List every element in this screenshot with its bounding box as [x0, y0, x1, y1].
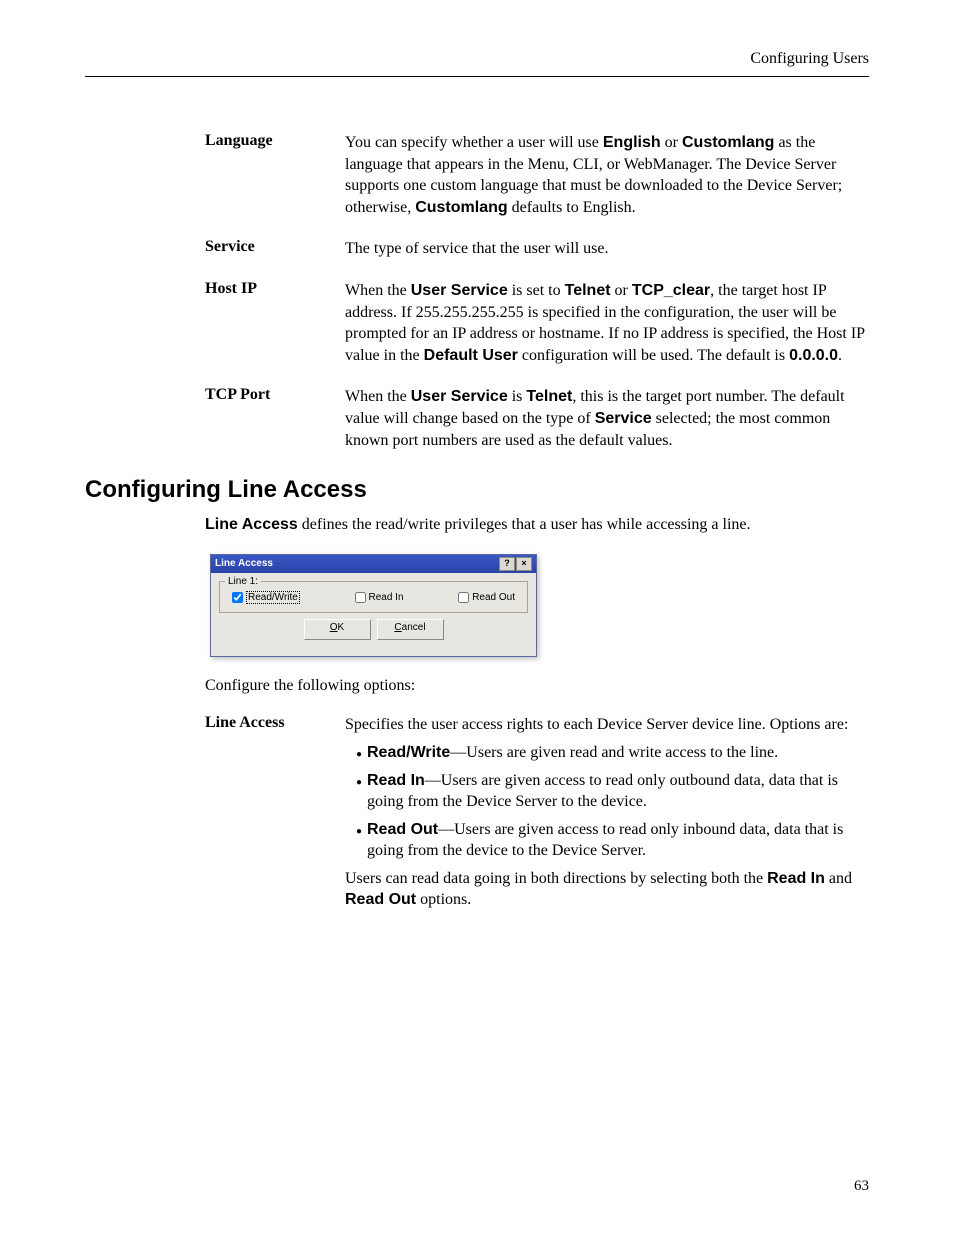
definition-label: Host IP — [205, 280, 345, 366]
checkbox-read-in-input[interactable] — [355, 592, 366, 603]
header-rule — [85, 76, 869, 77]
cancel-button[interactable]: Cancel — [377, 619, 444, 640]
line1-fieldset: Line 1: Read/Write Read In Read Out — [219, 581, 528, 613]
line-access-label: Line Access — [205, 714, 345, 911]
options-bullet-list: Read/Write—Users are given read and writ… — [345, 742, 869, 862]
checkbox-read-out-label: Read Out — [472, 592, 515, 603]
ok-button[interactable]: OK — [304, 619, 371, 640]
definition-row: TCP PortWhen the User Service is Telnet,… — [205, 386, 869, 451]
definition-row: Host IPWhen the User Service is set to T… — [205, 280, 869, 366]
dialog-titlebar: Line Access ? × — [211, 555, 536, 573]
configure-options-line: Configure the following options: — [205, 675, 869, 697]
checkbox-read-out[interactable]: Read Out — [458, 591, 515, 604]
dialog-title: Line Access — [215, 558, 273, 569]
line-access-definition: Line Access Specifies the user access ri… — [205, 714, 869, 911]
checkbox-read-in-label: Read In — [369, 592, 404, 603]
definition-label: Language — [205, 132, 345, 218]
page-header-title: Configuring Users — [85, 50, 869, 68]
definition-row: ServiceThe type of service that the user… — [205, 238, 869, 260]
checkbox-read-in[interactable]: Read In — [355, 591, 404, 604]
fieldset-legend: Line 1: — [225, 576, 261, 587]
checkbox-read-out-input[interactable] — [458, 592, 469, 603]
definition-label: Service — [205, 238, 345, 260]
checkbox-read-write-input[interactable] — [232, 592, 243, 603]
definition-description: When the User Service is set to Telnet o… — [345, 280, 869, 366]
line-access-intro-text: Specifies the user access rights to each… — [345, 716, 848, 733]
line-access-desc: Specifies the user access rights to each… — [345, 714, 869, 911]
checkbox-read-write[interactable]: Read/Write — [232, 591, 300, 604]
definition-description: You can specify whether a user will use … — [345, 132, 869, 218]
definition-description: The type of service that the user will u… — [345, 238, 869, 260]
line-access-dialog: Line Access ? × Line 1: Read/Write — [210, 554, 537, 657]
line-access-tail: Users can read data going in both direct… — [345, 868, 869, 911]
list-item: Read Out—Users are given access to read … — [367, 819, 869, 862]
close-button[interactable]: × — [516, 557, 532, 571]
definitions-table: LanguageYou can specify whether a user w… — [205, 132, 869, 451]
list-item: Read In—Users are given access to read o… — [367, 770, 869, 813]
dialog-screenshot: Line Access ? × Line 1: Read/Write — [210, 554, 869, 657]
checkbox-read-write-label: Read/Write — [246, 591, 300, 604]
section-intro: Line Access defines the read/write privi… — [205, 514, 869, 536]
list-item: Read/Write—Users are given read and writ… — [367, 742, 869, 764]
definition-row: LanguageYou can specify whether a user w… — [205, 132, 869, 218]
definition-description: When the User Service is Telnet, this is… — [345, 386, 869, 451]
help-button[interactable]: ? — [499, 557, 515, 571]
definition-label: TCP Port — [205, 386, 345, 451]
page-number: 63 — [854, 1178, 869, 1195]
section-heading: Configuring Line Access — [85, 476, 869, 504]
